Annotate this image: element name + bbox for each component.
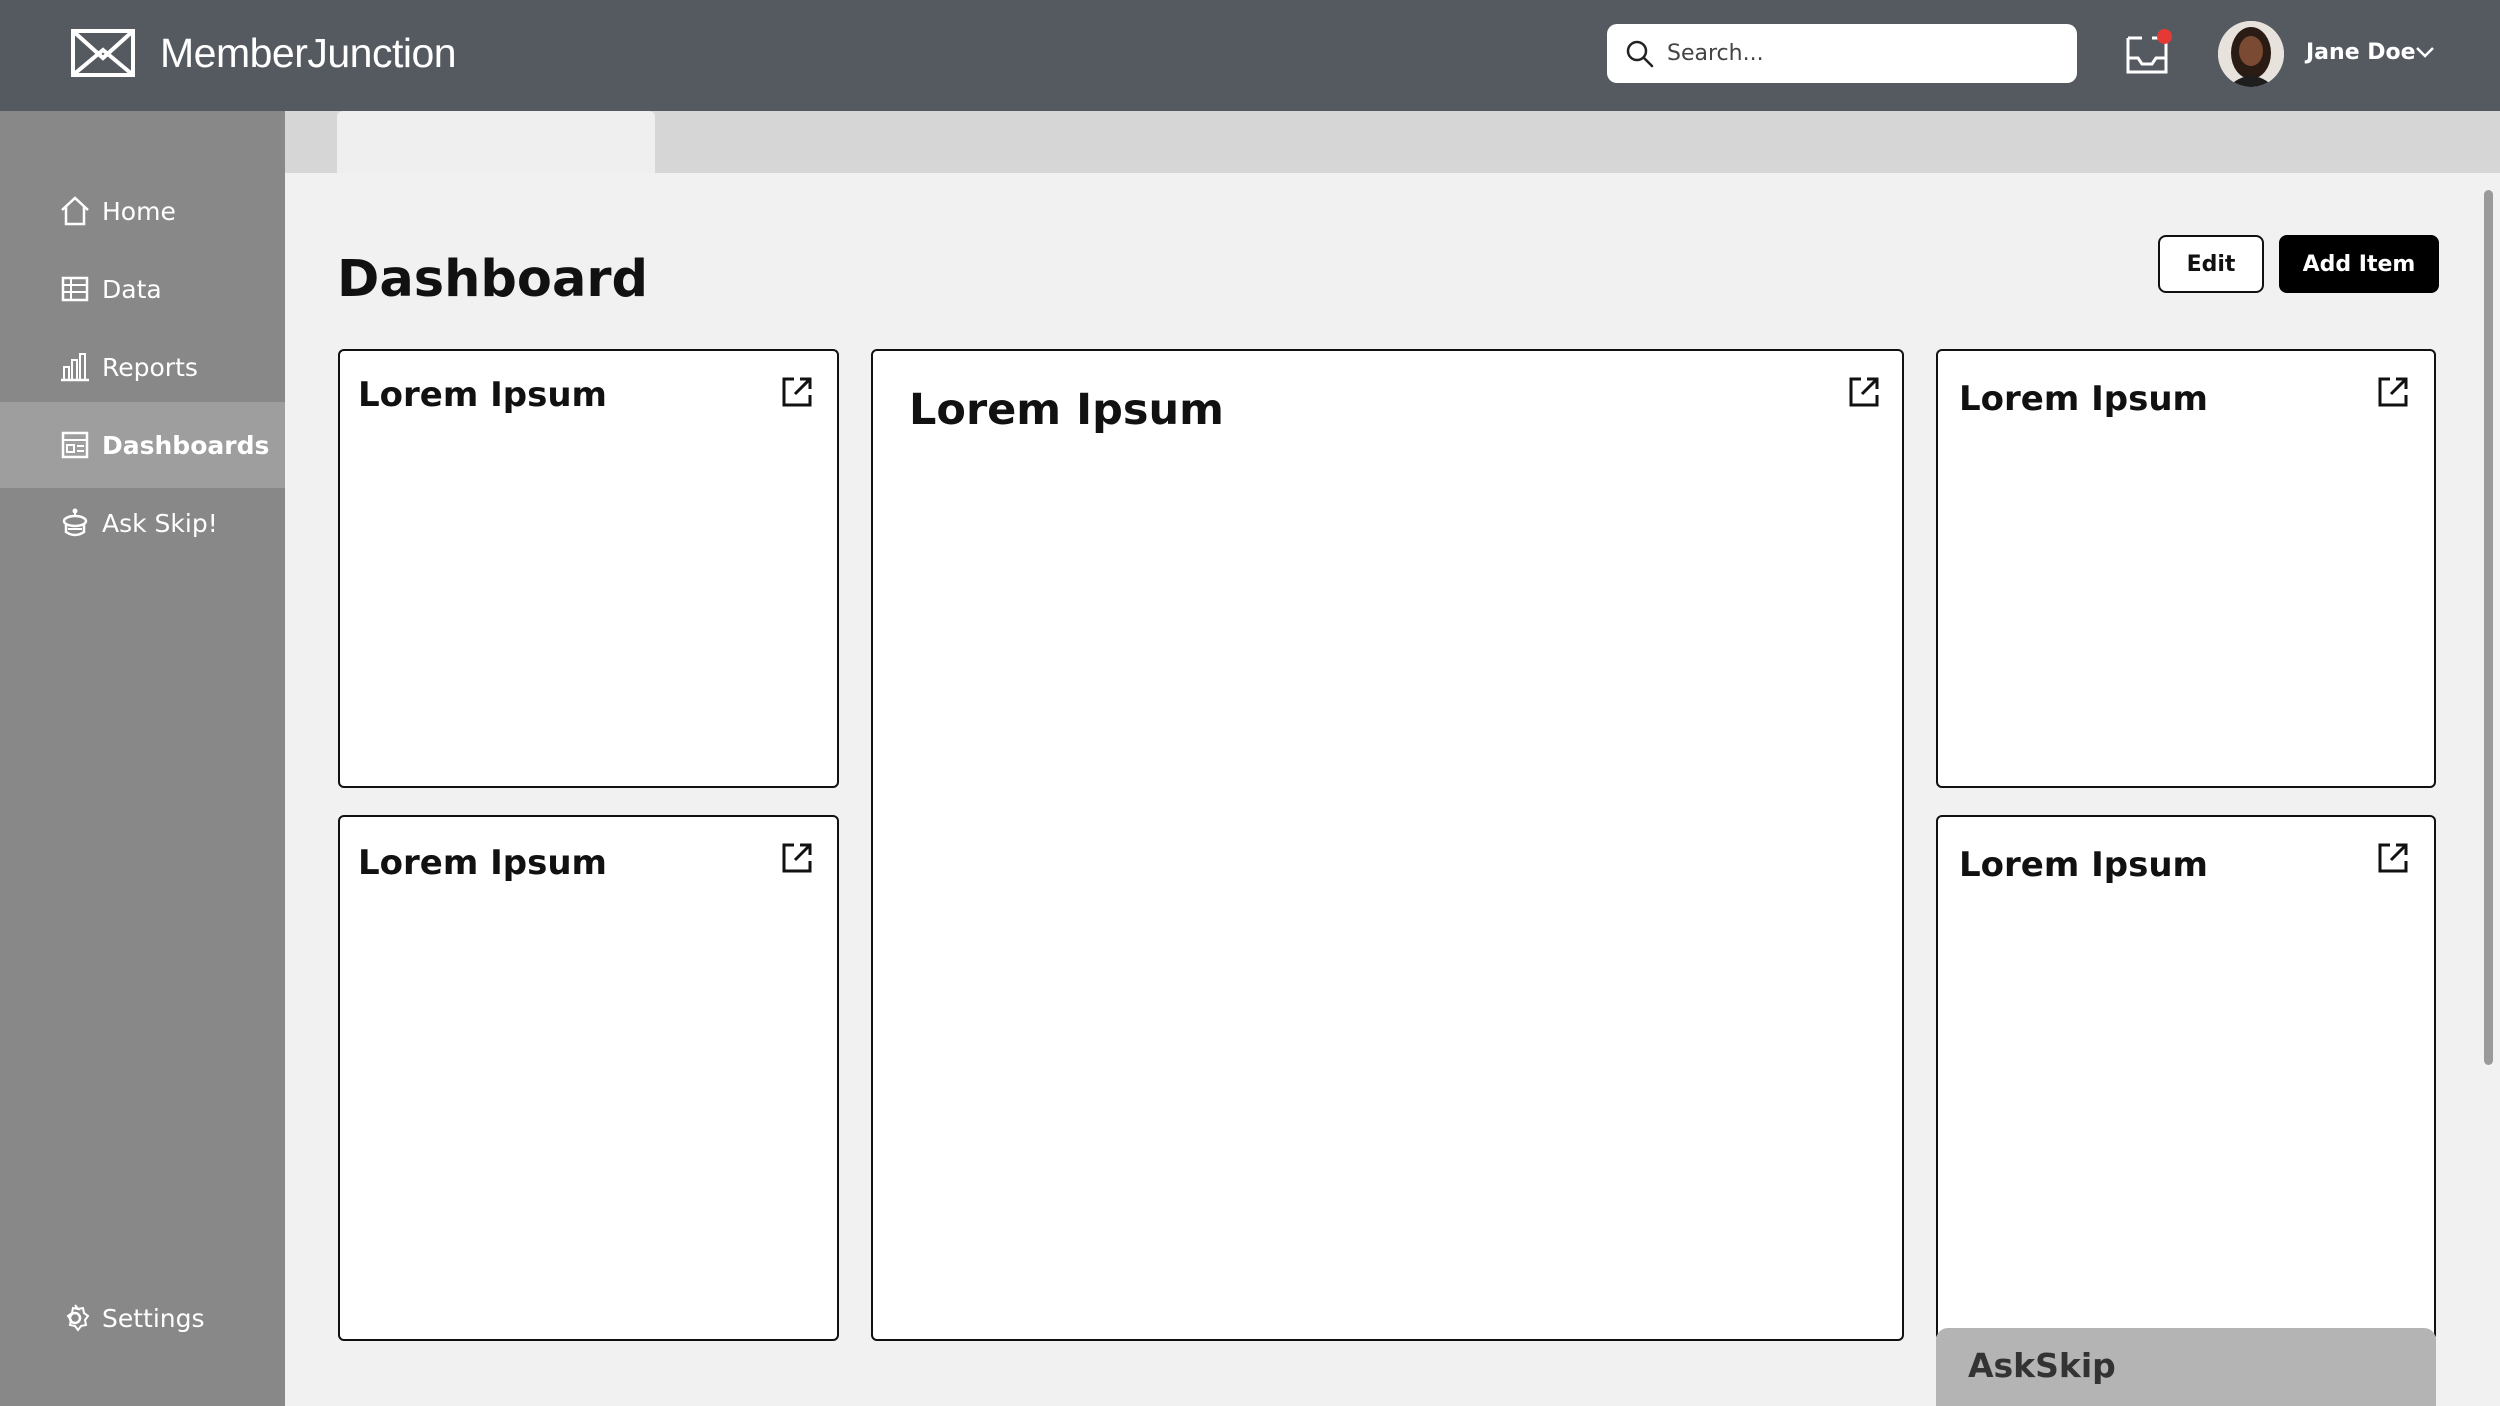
sidebar-item-label: Data <box>102 274 162 304</box>
user-name[interactable]: Jane Doe <box>2306 40 2416 65</box>
table-icon <box>61 276 89 302</box>
dashboard-card[interactable]: Lorem Ipsum <box>338 815 839 1341</box>
card-title: Lorem Ipsum <box>1959 379 2208 419</box>
app-logo[interactable]: MemberJunction <box>70 28 457 78</box>
notifications-button[interactable] <box>2124 29 2172 76</box>
page-title: Dashboard <box>337 250 649 309</box>
sidebar-item-label: Dashboards <box>102 430 270 460</box>
bar-chart-icon <box>61 353 89 382</box>
settings-label: Settings <box>102 1303 205 1333</box>
sidebar-item-label: Home <box>102 196 176 226</box>
top-bar: MemberJunction Jane Doe <box>0 0 2500 111</box>
notification-badge <box>2157 29 2172 44</box>
scrollbar[interactable] <box>2484 190 2493 1065</box>
card-title: Lorem Ipsum <box>358 843 607 883</box>
askskip-panel[interactable]: AskSkip <box>1936 1328 2436 1406</box>
search-box[interactable] <box>1607 24 2077 83</box>
external-link-icon[interactable] <box>2376 375 2410 409</box>
edit-button[interactable]: Edit <box>2158 235 2264 293</box>
sidebar-item-settings[interactable]: Settings <box>0 1275 285 1361</box>
dashboard-card[interactable]: Lorem Ipsum <box>338 349 839 788</box>
external-link-icon[interactable] <box>2376 841 2410 875</box>
logo-icon <box>71 29 135 77</box>
dashboard-card[interactable]: Lorem Ipsum <box>1936 349 2436 788</box>
askskip-label: AskSkip <box>1968 1346 2116 1385</box>
sidebar: Home Data Reports Dashboards Ask Skip! S… <box>0 111 285 1406</box>
home-icon <box>61 196 89 226</box>
chevron-down-icon[interactable] <box>2414 44 2436 60</box>
tab-strip <box>285 111 2500 173</box>
sidebar-item-dashboards[interactable]: Dashboards <box>0 402 285 488</box>
dashboard-card[interactable]: Lorem Ipsum <box>871 349 1904 1341</box>
user-avatar-image <box>2218 21 2284 87</box>
search-input[interactable] <box>1667 41 2067 66</box>
avatar[interactable] <box>2218 21 2284 87</box>
skip-robot-icon <box>62 508 88 537</box>
sidebar-item-home[interactable]: Home <box>0 168 285 254</box>
app-name: MemberJunction <box>160 29 457 76</box>
sidebar-item-data[interactable]: Data <box>0 246 285 332</box>
external-link-icon[interactable] <box>780 375 814 409</box>
gear-icon <box>66 1304 90 1332</box>
sidebar-item-ask-skip[interactable]: Ask Skip! <box>0 480 285 566</box>
sidebar-item-label: Reports <box>102 352 198 382</box>
add-item-button[interactable]: Add Item <box>2279 235 2439 293</box>
search-icon <box>1626 40 1654 67</box>
external-link-icon[interactable] <box>1847 375 1881 409</box>
card-title: Lorem Ipsum <box>909 385 1224 435</box>
dashboard-icon <box>61 431 89 459</box>
card-title: Lorem Ipsum <box>358 375 607 415</box>
external-link-icon[interactable] <box>780 841 814 875</box>
sidebar-item-label: Ask Skip! <box>102 508 218 538</box>
sidebar-item-reports[interactable]: Reports <box>0 324 285 410</box>
tab-dashboard[interactable] <box>337 111 655 173</box>
card-title: Lorem Ipsum <box>1959 845 2208 885</box>
dashboard-card[interactable]: Lorem Ipsum <box>1936 815 2436 1341</box>
